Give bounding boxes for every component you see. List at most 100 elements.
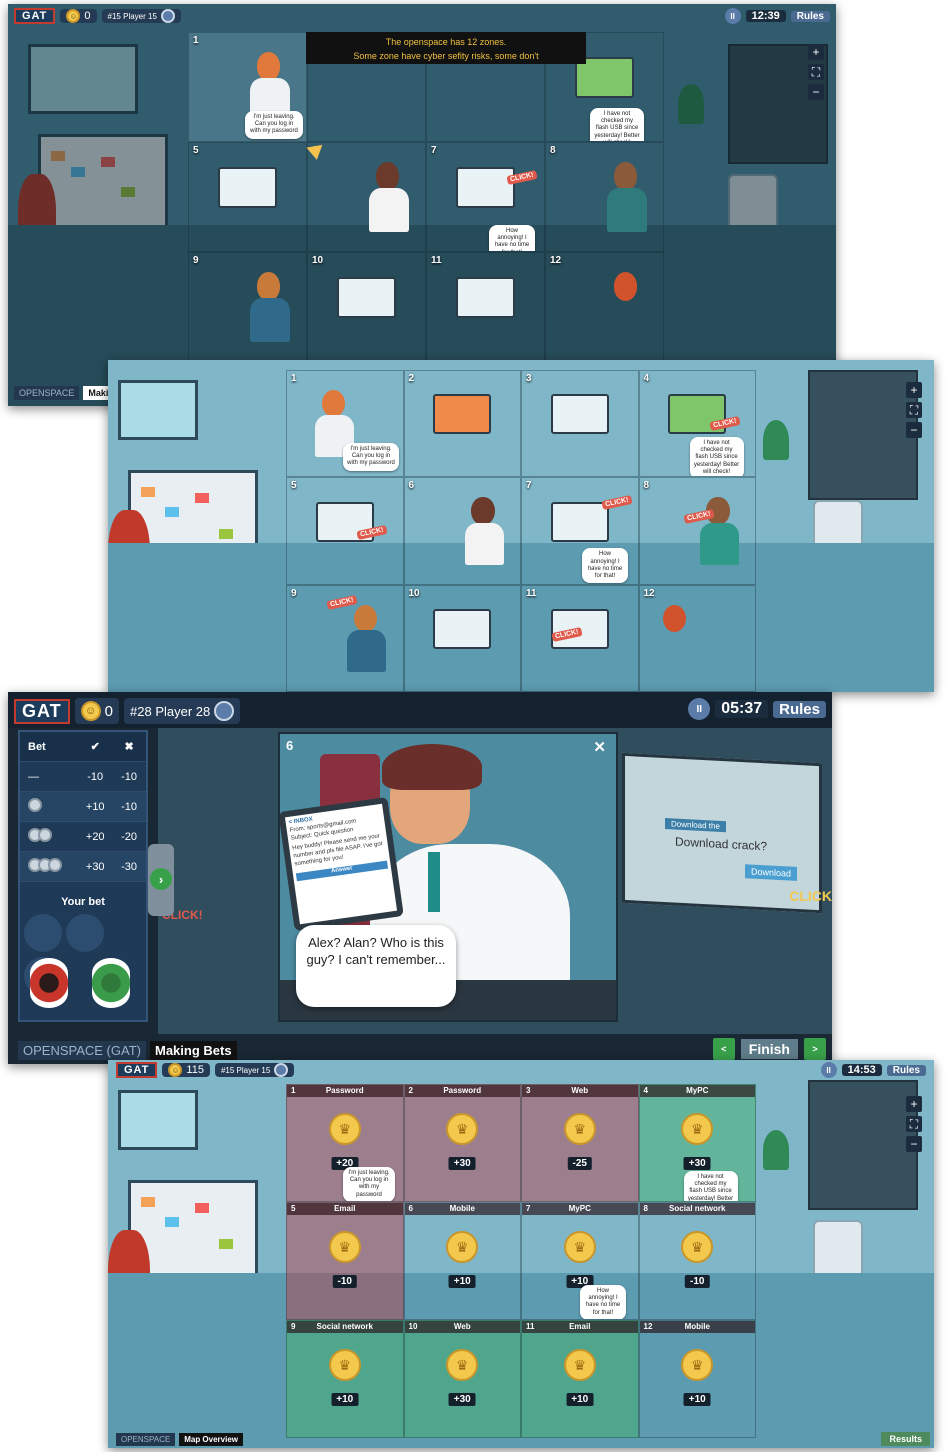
- panel-toggle[interactable]: ›: [148, 844, 174, 916]
- rules-button[interactable]: Rules: [886, 1064, 926, 1076]
- zoom-out-icon[interactable]: −: [906, 422, 922, 438]
- zone-10[interactable]: 10: [403, 584, 521, 692]
- zone-12[interactable]: 12: [545, 252, 664, 362]
- fit-icon[interactable]: ⛶: [808, 64, 824, 80]
- zone-header: 8 Social network: [639, 1203, 755, 1215]
- fit-icon[interactable]: ⛶: [906, 402, 922, 418]
- zone-result-10[interactable]: 10 Web ♛ +30: [403, 1320, 521, 1438]
- zone-result-11[interactable]: 11 Email ♛ +10: [521, 1320, 639, 1438]
- screenshot-panel-4: 1 Password ♛ +20 I'm just leaving. Can you l…: [108, 1060, 934, 1448]
- zone-category: MyPC: [568, 1204, 591, 1213]
- zone-grid: 1 I'm just leaving. Can you log in with …: [188, 32, 664, 362]
- man-body: [249, 298, 290, 342]
- pause-icon[interactable]: II: [724, 8, 741, 24]
- close-icon[interactable]: ✕: [593, 738, 606, 756]
- coin-icon: ☺: [66, 9, 81, 23]
- zone-8[interactable]: 8: [545, 142, 664, 252]
- player-badge[interactable]: #15 Player 15: [101, 9, 181, 23]
- zone-3[interactable]: 3: [521, 370, 639, 478]
- zone-result-12[interactable]: 12 Mobile ♛ +10: [638, 1320, 756, 1438]
- zone-11[interactable]: 11: [426, 252, 545, 362]
- zone-result-4[interactable]: 4 MyPC ♛ +30 I have not checked my flash USB…: [638, 1084, 756, 1202]
- man-body: [347, 629, 387, 673]
- man-body: [606, 188, 647, 232]
- zone-1[interactable]: 1 I'm just leaving. Can you log in with …: [188, 32, 307, 142]
- zone-result-7[interactable]: 7 MyPC ♛ +10 How annoying! I have no time fo…: [521, 1202, 639, 1320]
- zone-9[interactable]: 9: [188, 252, 307, 362]
- rules-button[interactable]: Rules: [773, 700, 826, 718]
- player-badge[interactable]: #15 Player 15: [214, 1063, 295, 1077]
- player-badge[interactable]: #28 Player 28: [124, 698, 241, 724]
- tablet: < INBOX From: sports@gmail.com Subject: …: [280, 796, 404, 932]
- bet-slot[interactable]: [66, 914, 104, 952]
- zone-10[interactable]: 10: [307, 252, 426, 362]
- zoom-in-icon[interactable]: +: [906, 382, 922, 398]
- rules-button[interactable]: Rules: [790, 10, 830, 22]
- zone-6[interactable]: 6: [307, 142, 426, 252]
- zone-5[interactable]: 5 CLICK!: [286, 477, 404, 585]
- zone-category: MyPC: [686, 1086, 709, 1095]
- zone-7[interactable]: 7 CLICK! How annoying! I have no time fo…: [521, 477, 639, 585]
- man-head: [471, 497, 495, 525]
- zone-result-3[interactable]: 3 Web ♛ -25: [521, 1084, 639, 1202]
- bet-lose-value: -10: [121, 770, 138, 783]
- zone-header: 2 Password: [404, 1085, 520, 1097]
- results-button[interactable]: Results: [881, 1432, 930, 1446]
- safe-chip-icon[interactable]: [92, 958, 130, 1008]
- zone-1[interactable]: 1 I'm just leaving. Can you log in with …: [286, 370, 404, 478]
- zone-score: +30: [448, 1156, 476, 1170]
- zone-8[interactable]: 8 CLICK!: [638, 477, 756, 585]
- results-bar: Results: [881, 1432, 930, 1446]
- zone-number: 4: [643, 373, 650, 384]
- click-badge: CLICK!: [601, 495, 633, 511]
- monitor: [337, 276, 396, 318]
- screenshot-panel-2: 1 I'm just leaving. Can you log in with …: [108, 360, 934, 692]
- zone-result-9[interactable]: 9 Social network ♛ +10: [286, 1320, 404, 1438]
- pause-icon[interactable]: II: [820, 1062, 837, 1078]
- cross-icon: ✖: [124, 741, 134, 753]
- zone-4[interactable]: 4 CLICK! I have not checked my flash USB…: [638, 370, 756, 478]
- bet-row-1[interactable]: +10 -10: [20, 792, 146, 822]
- zone-7[interactable]: 7 CLICK! How annoying! I have no time fo…: [426, 142, 545, 252]
- monitor: [433, 608, 492, 649]
- bet-row-2[interactable]: +20 -20: [20, 822, 146, 852]
- zone-9[interactable]: 9 CLICK!: [286, 584, 404, 692]
- bet-slot[interactable]: [24, 914, 62, 952]
- zone-result-8[interactable]: 8 Social network ♛ -10: [638, 1202, 756, 1320]
- bet-row-0[interactable]: — -10 -10: [20, 762, 146, 792]
- risk-chip-icon[interactable]: [30, 958, 68, 1008]
- zone-number: 6: [408, 1204, 413, 1213]
- zone-12[interactable]: 12: [638, 584, 756, 692]
- your-bet-label: Your bet: [61, 896, 105, 908]
- bet-row-3[interactable]: +30 -30: [20, 852, 146, 882]
- pause-icon[interactable]: II: [688, 698, 711, 720]
- zoom-out-icon[interactable]: −: [906, 1136, 922, 1152]
- zone-result-2[interactable]: 2 Password ♛ +30: [403, 1084, 521, 1202]
- zone-header: 1 Password: [287, 1085, 403, 1097]
- fit-icon[interactable]: ⛶: [906, 1116, 922, 1132]
- zone-result-5[interactable]: 5 Email ♛ -10: [286, 1202, 404, 1320]
- finish-button[interactable]: Finish: [740, 1039, 798, 1059]
- man-head: [256, 272, 281, 301]
- zone-number: 12: [550, 255, 562, 266]
- zone-number: 1: [193, 35, 199, 46]
- prev-button[interactable]: <: [712, 1038, 735, 1060]
- click-badge: CLICK!: [326, 594, 358, 610]
- next-button[interactable]: >: [804, 1038, 826, 1060]
- zone-2[interactable]: 2: [403, 370, 521, 478]
- bet-lose-value: -30: [121, 860, 138, 873]
- man-hair: [382, 744, 482, 790]
- zoom-in-icon[interactable]: +: [808, 44, 824, 60]
- zone-result-6[interactable]: 6 Mobile ♛ +10: [403, 1202, 521, 1320]
- zone-6[interactable]: 6: [403, 477, 521, 585]
- zone-5[interactable]: 5: [188, 142, 307, 252]
- zone-11[interactable]: 11 CLICK!: [521, 584, 639, 692]
- zoom-in-icon[interactable]: +: [906, 1096, 922, 1112]
- player-name: #28 Player 28: [130, 703, 211, 719]
- coin-counter: ☺ 0: [74, 698, 120, 724]
- zone-result-1[interactable]: 1 Password ♛ +20 I'm just leaving. Can you l…: [286, 1084, 404, 1202]
- nav-bar: < Finish >: [712, 1038, 826, 1060]
- woman-head: [256, 52, 281, 81]
- zoom-out-icon[interactable]: −: [808, 84, 824, 100]
- chevron-right-icon: ›: [150, 868, 172, 890]
